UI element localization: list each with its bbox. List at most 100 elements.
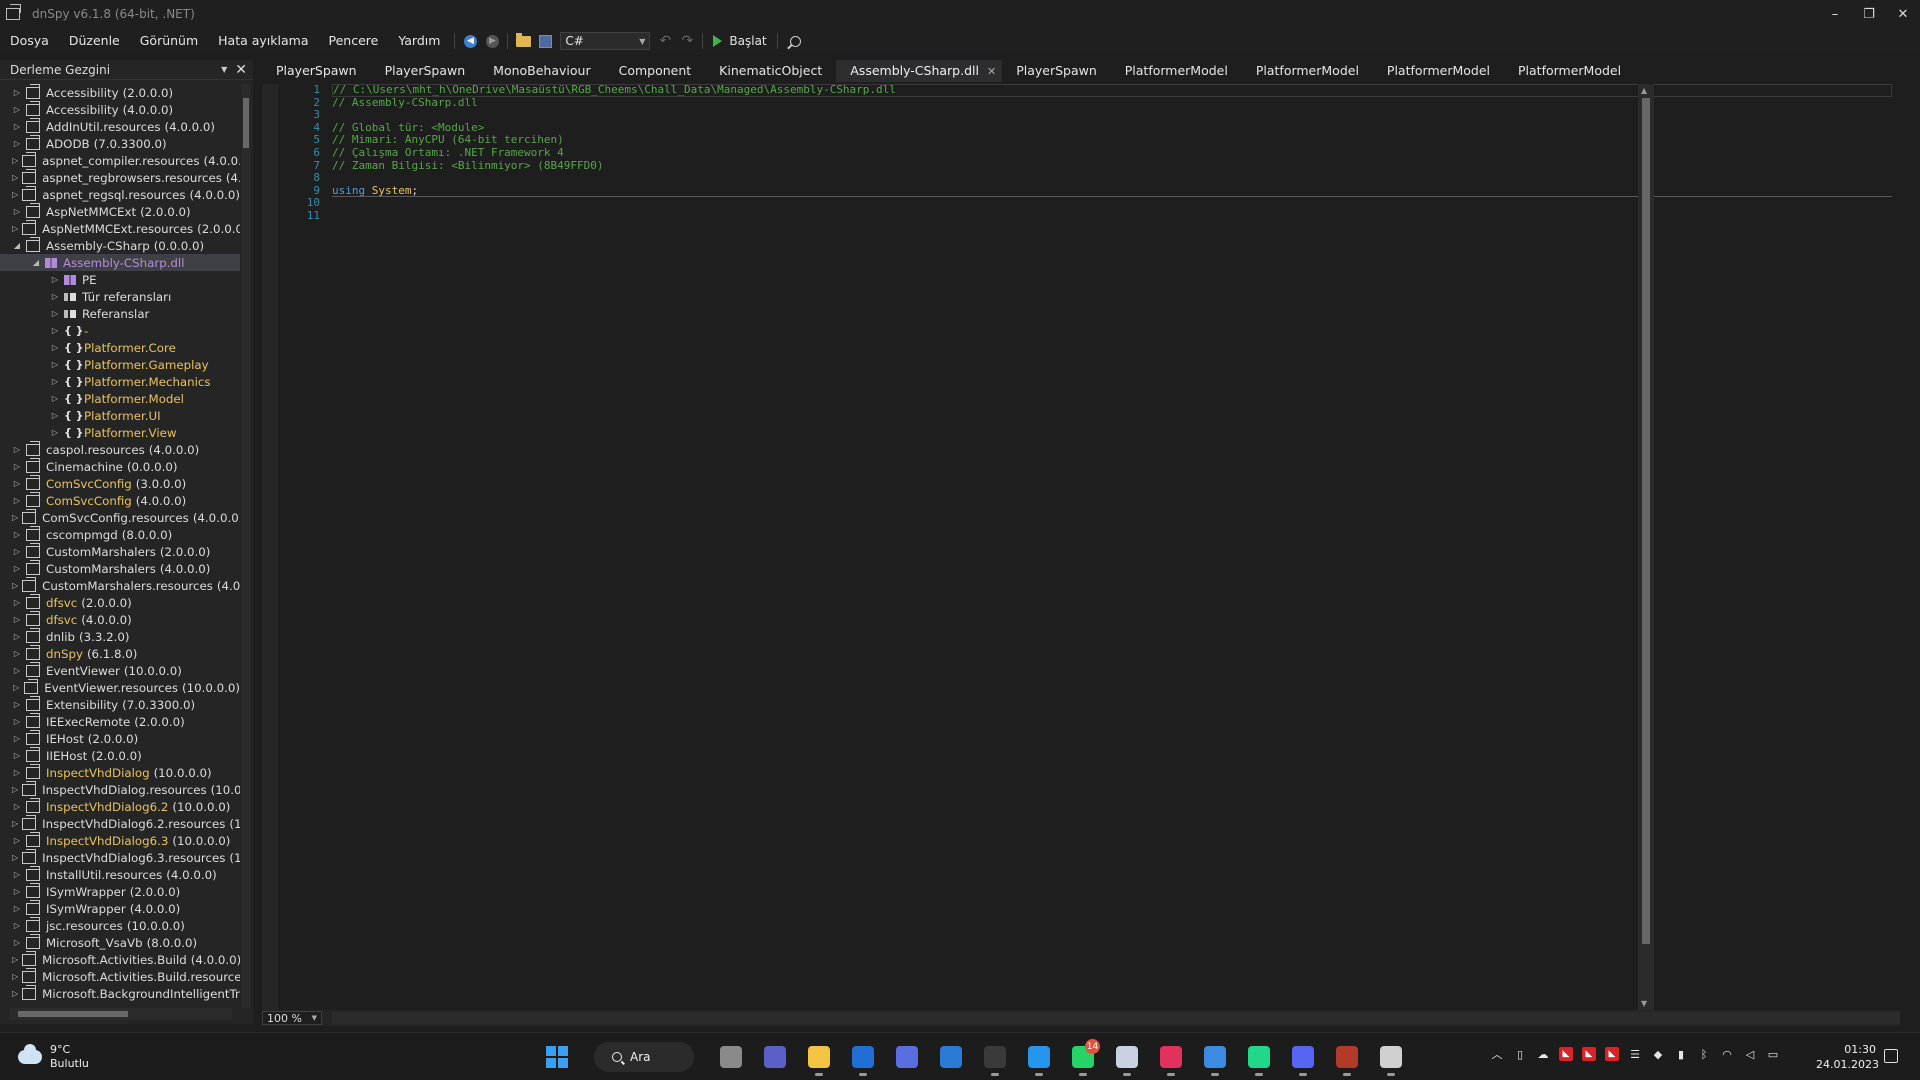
expand-arrow-icon[interactable]: ▷: [12, 598, 22, 607]
expand-arrow-icon[interactable]: ▷: [12, 819, 18, 828]
clock[interactable]: 01:30 24.01.2023: [1816, 1042, 1879, 1072]
expand-arrow-icon[interactable]: ▷: [12, 785, 18, 794]
menu-dosya[interactable]: Dosya: [0, 28, 59, 54]
explorer-horizontal-scrollbar[interactable]: [10, 1008, 232, 1020]
document-tab[interactable]: PlayerSpawn: [371, 60, 480, 82]
code-line[interactable]: [332, 210, 1892, 223]
document-tab[interactable]: PlatformerModel: [1373, 60, 1504, 82]
tree-item[interactable]: ▷ AddInUtil.resources (4.0.0.0): [0, 117, 240, 135]
tree-item[interactable]: ▷ InspectVhdDialog6.2.resources(10.0.: [0, 814, 240, 832]
code-content[interactable]: // C:\Users\mht_h\OneDrive\Masaüstü\RGB_…: [332, 84, 1892, 223]
tree-item[interactable]: ▷ Tür referansları: [0, 288, 240, 305]
expand-arrow-icon[interactable]: ▷: [12, 530, 22, 539]
start-debugging-button[interactable]: Başlat: [707, 30, 772, 52]
code-line[interactable]: using System;: [332, 184, 1892, 198]
expand-arrow-icon[interactable]: ▷: [50, 428, 60, 437]
tree-item[interactable]: ▷ EventViewer (10.0.0.0): [0, 661, 240, 679]
tree-item[interactable]: ▷ ISymWrapper (4.0.0.0): [0, 899, 240, 917]
close-tab-icon[interactable]: ✕: [987, 65, 996, 78]
expand-arrow-icon[interactable]: ▷: [12, 547, 22, 556]
tree-item[interactable]: ▷ AspNetMMCExt (2.0.0.0): [0, 202, 240, 220]
expand-arrow-icon[interactable]: ▷: [12, 700, 22, 709]
tree-item[interactable]: ▷ CustomMarshalers (2.0.0.0): [0, 542, 240, 560]
tree-item[interactable]: ▷ CustomMarshalers (4.0.0.0): [0, 559, 240, 577]
usb-icon[interactable]: ▯: [1513, 1047, 1527, 1061]
expand-arrow-icon[interactable]: ▷: [12, 734, 22, 743]
security-icon[interactable]: ◆: [1651, 1047, 1665, 1061]
document-tab[interactable]: Component: [605, 60, 706, 82]
virtualbox-button[interactable]: [1110, 1041, 1144, 1076]
tree-item[interactable]: ▷ ComSvcConfig (3.0.0.0): [0, 474, 240, 492]
expand-arrow-icon[interactable]: ▷: [12, 207, 22, 216]
tree-item[interactable]: ▷ Microsoft.BackgroundIntelligentTran: [0, 984, 240, 1002]
wifi-icon[interactable]: ◠: [1720, 1047, 1734, 1061]
code-line[interactable]: [332, 109, 1892, 122]
volume-icon[interactable]: ◁: [1743, 1047, 1757, 1061]
expand-arrow-icon[interactable]: ▷: [12, 683, 20, 692]
tree-item[interactable]: ▷ AspNetMMCExt.resources(2.0.0.0): [0, 219, 240, 237]
tree-item[interactable]: ▷ InspectVhdDialog6.3 (10.0.0.0): [0, 831, 240, 849]
expand-arrow-icon[interactable]: ▷: [12, 122, 22, 131]
code-line[interactable]: // Assembly-CSharp.dll: [332, 96, 1892, 110]
save-all-button[interactable]: [535, 31, 555, 51]
expand-arrow-icon[interactable]: ▷: [12, 802, 22, 811]
close-window-button[interactable]: ✕: [1886, 0, 1920, 28]
expand-arrow-icon[interactable]: ▷: [12, 139, 22, 148]
expand-arrow-icon[interactable]: ▷: [12, 751, 22, 760]
expand-arrow-icon[interactable]: ▷: [12, 870, 22, 879]
tree-item[interactable]: ▷ dfsvc (2.0.0.0): [0, 593, 240, 611]
editor-vertical-scrollbar[interactable]: ▲ ▼: [1638, 84, 1654, 1010]
expand-arrow-icon[interactable]: ▷: [12, 105, 22, 114]
taskbar-search[interactable]: Ara: [594, 1042, 694, 1072]
start-button[interactable]: [540, 1041, 574, 1073]
tree-item[interactable]: ▷ dfsvc (4.0.0.0): [0, 610, 240, 628]
tree-item[interactable]: ▷ IIEHost (2.0.0.0): [0, 746, 240, 764]
tree-item[interactable]: ▷ Extensibility (7.0.3300.0): [0, 695, 240, 713]
document-tab[interactable]: PlatformerModel: [1504, 60, 1635, 82]
panel-menu-icon[interactable]: ▼: [221, 65, 227, 74]
menu-hata-ayiklama[interactable]: Hata ayıklama: [208, 28, 318, 54]
code-line[interactable]: // Zaman Bilgisi: <Bilinmiyor> (8B49FFD0…: [332, 159, 1892, 173]
bluetooth-icon[interactable]: ᛒ: [1697, 1047, 1711, 1061]
code-line[interactable]: [332, 197, 1892, 210]
restore-button[interactable]: ❐: [1852, 0, 1886, 28]
search-button[interactable]: [783, 31, 803, 51]
menu-gorunum[interactable]: Görünüm: [130, 28, 208, 54]
amd-icon[interactable]: ◣: [1559, 1047, 1573, 1061]
pycharm-button[interactable]: [1242, 1041, 1276, 1076]
expand-arrow-icon[interactable]: ▷: [12, 479, 22, 488]
battery-icon[interactable]: ▭: [1766, 1047, 1780, 1061]
code-line[interactable]: // Çalışma Ortamı: .NET Framework 4: [332, 146, 1892, 160]
tree-item[interactable]: ▷ ComSvcConfig.resources (4.0.0.0): [0, 508, 240, 526]
code-line[interactable]: // Mimari: AnyCPU (64-bit tercihen): [332, 134, 1892, 147]
tree-item[interactable]: ▷ InspectVhdDialog (10.0.0.0): [0, 763, 240, 781]
expand-arrow-icon[interactable]: ▷: [12, 836, 22, 845]
expand-arrow-icon[interactable]: ▷: [12, 445, 22, 454]
collapse-arrow-icon[interactable]: ◢: [12, 241, 22, 250]
expand-arrow-icon[interactable]: ▷: [12, 972, 18, 981]
explorer-vertical-scrollbar[interactable]: [242, 84, 250, 1008]
tree-item[interactable]: ▷ { } Platformer.Core: [0, 339, 240, 356]
expand-arrow-icon[interactable]: ▷: [12, 462, 22, 471]
expand-arrow-icon[interactable]: ▷: [12, 717, 22, 726]
document-tab[interactable]: Assembly-CSharp.dll ✕: [836, 60, 1003, 82]
expand-arrow-icon[interactable]: ▷: [50, 377, 60, 386]
expand-arrow-icon[interactable]: ▷: [12, 938, 22, 947]
store-button[interactable]: [934, 1041, 968, 1073]
expand-arrow-icon[interactable]: ▷: [12, 853, 18, 862]
winrar-button[interactable]: [1330, 1041, 1364, 1076]
expand-arrow-icon[interactable]: ▷: [12, 904, 22, 913]
tree-item[interactable]: ▷ { } Platformer.Mechanics: [0, 373, 240, 390]
tree-item[interactable]: ▷ IEHost (2.0.0.0): [0, 729, 240, 747]
notepad-button[interactable]: [1198, 1041, 1232, 1076]
amd-icon[interactable]: ◣: [1582, 1047, 1596, 1061]
expand-arrow-icon[interactable]: ▷: [12, 649, 22, 658]
tree-item[interactable]: ▷ aspnet_regsql.resources (4.0.0.0): [0, 185, 240, 203]
forward-button[interactable]: ▶: [482, 31, 502, 51]
document-tab[interactable]: KinematicObject: [705, 60, 836, 82]
tree-item[interactable]: ▷ ComSvcConfig (4.0.0.0): [0, 491, 240, 509]
tree-item[interactable]: ▷ aspnet_compiler.resources(4.0.0.0): [0, 151, 240, 169]
tree-item[interactable]: ▷ cscompmgd (8.0.0.0): [0, 525, 240, 543]
expand-arrow-icon[interactable]: ▷: [12, 615, 22, 624]
expand-arrow-icon[interactable]: ▷: [50, 394, 60, 403]
